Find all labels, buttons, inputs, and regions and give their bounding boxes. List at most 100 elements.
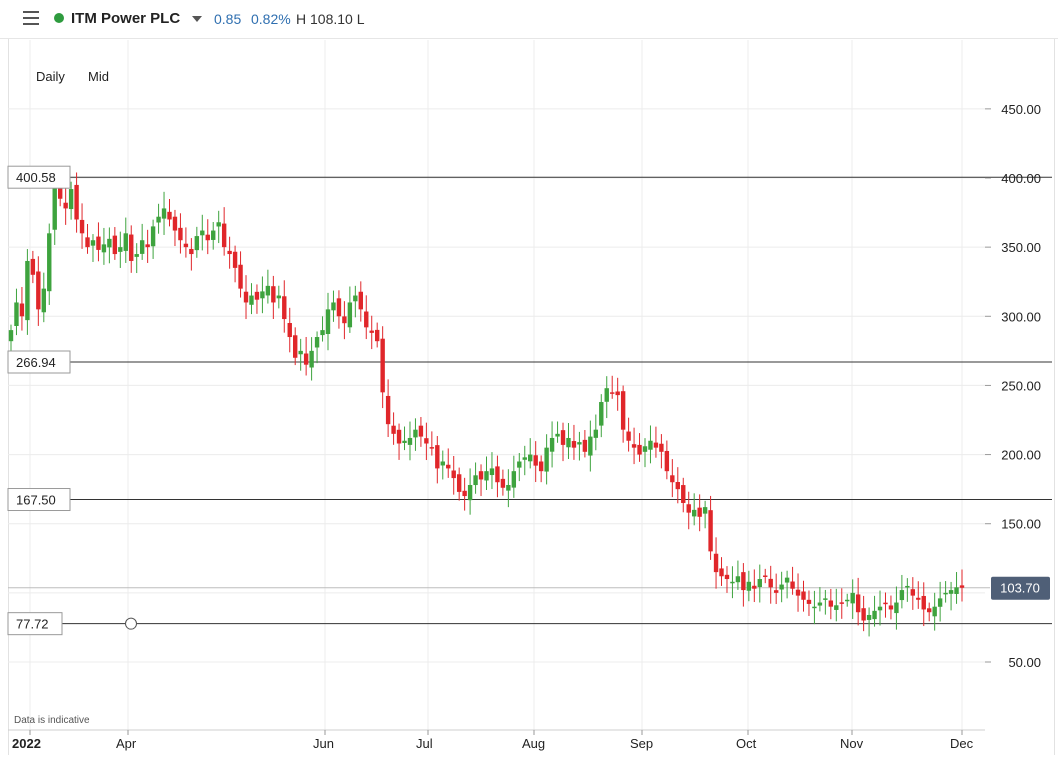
candle-body <box>872 610 877 620</box>
candle-body <box>52 184 57 230</box>
candle-body <box>320 330 325 336</box>
candle-body <box>670 475 675 483</box>
candle <box>200 214 205 251</box>
candle <box>779 571 784 603</box>
candle <box>429 431 435 456</box>
x-tick-label: Oct <box>736 736 757 751</box>
candle-body <box>276 295 282 299</box>
candle <box>435 436 440 484</box>
candle-body <box>467 484 473 501</box>
candle-body <box>877 606 883 611</box>
candle-body <box>948 590 954 594</box>
candle <box>167 198 172 227</box>
candle <box>784 570 790 599</box>
candle-body <box>402 440 407 444</box>
candle <box>899 574 905 609</box>
candle <box>713 537 719 589</box>
candle <box>254 284 260 314</box>
candle-body <box>588 436 593 456</box>
candle <box>79 203 85 249</box>
candle <box>719 557 724 586</box>
price-chart[interactable]: 450.00 400.00 350.00 300.00 250.00 200.00 150.… <box>0 0 1058 757</box>
candle <box>681 477 686 513</box>
y-tick-label: 200.00 <box>1001 448 1041 463</box>
candle-body <box>364 311 369 328</box>
candle-body <box>30 258 36 275</box>
candle <box>358 281 363 322</box>
candle <box>118 231 123 268</box>
candle <box>948 581 954 611</box>
candle <box>560 422 566 462</box>
candle <box>916 581 921 609</box>
candle <box>932 592 937 631</box>
candle-body <box>446 464 451 469</box>
candle <box>336 290 342 329</box>
candle <box>495 455 500 498</box>
candle <box>47 223 52 305</box>
candle <box>41 272 46 323</box>
candle-body <box>883 602 888 605</box>
candle-body <box>342 316 347 324</box>
price-type-selector[interactable]: Mid <box>88 69 109 84</box>
candle-body <box>795 589 801 596</box>
candle <box>593 414 599 451</box>
candle <box>402 426 407 451</box>
candle-body <box>396 429 402 444</box>
candle-body <box>757 579 762 588</box>
candle-body <box>314 337 320 348</box>
candle-body <box>440 461 445 466</box>
candle-body <box>353 295 358 302</box>
candle-body <box>888 605 894 610</box>
candle <box>260 276 265 314</box>
candle <box>850 579 855 619</box>
candle-body <box>172 216 178 231</box>
candle-body <box>828 600 834 607</box>
candle <box>588 420 593 472</box>
y-tick-label: 150.00 <box>1001 517 1041 532</box>
candle-body <box>456 474 462 492</box>
candle-body <box>211 230 216 240</box>
candle <box>872 595 877 627</box>
candle <box>675 467 680 504</box>
candle-body <box>916 597 921 600</box>
candle <box>801 580 806 612</box>
candle <box>741 563 746 607</box>
candle <box>145 229 150 263</box>
candle <box>517 452 522 482</box>
candle-body <box>429 447 435 449</box>
candle-body <box>145 244 150 248</box>
y-tick-label: 350.00 <box>1001 240 1041 255</box>
y-tick-label: 50.00 <box>1008 655 1041 670</box>
candle <box>905 578 910 602</box>
level-label: 167.50 <box>16 493 56 508</box>
candle-body <box>697 507 702 517</box>
candle <box>730 566 735 599</box>
level-label: 400.58 <box>16 170 56 185</box>
candle <box>582 430 588 458</box>
candle <box>467 468 473 515</box>
candle-body <box>358 291 363 310</box>
candle <box>484 456 489 490</box>
candle <box>790 566 795 595</box>
candle-body <box>801 591 806 600</box>
candle-body <box>500 478 506 488</box>
candle <box>232 245 238 283</box>
candle-body <box>303 353 309 365</box>
candle <box>101 227 107 265</box>
level-drag-handle[interactable] <box>125 617 137 630</box>
candle-body <box>462 490 467 497</box>
interval-selector[interactable]: Daily <box>36 69 65 84</box>
candle-body <box>538 461 544 472</box>
candle <box>385 379 391 438</box>
candle <box>511 455 517 498</box>
candle-body <box>784 577 790 583</box>
candle-body <box>325 309 331 334</box>
candle <box>763 568 768 584</box>
candle <box>227 236 232 269</box>
candle-body <box>724 574 730 580</box>
x-tick-label: Sep <box>630 736 653 751</box>
candle <box>610 375 615 399</box>
candle <box>107 227 112 264</box>
candle-body <box>506 484 511 491</box>
candle <box>724 566 730 593</box>
